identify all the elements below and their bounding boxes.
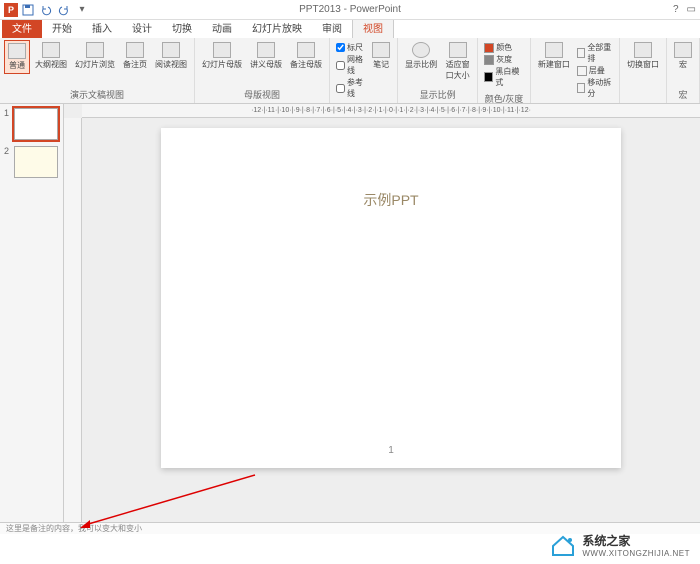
notes-page-button[interactable]: 备注页 [120,40,150,72]
group-label: 母版视图 [199,86,325,101]
redo-button[interactable] [56,2,72,18]
quick-access-toolbar: P ▾ [4,2,90,18]
arrange-all-button[interactable]: 全部重排 [577,42,613,64]
powerpoint-icon: P [4,3,18,17]
tab-home[interactable]: 开始 [42,17,82,38]
thumbnail-number: 2 [4,146,12,178]
group-window: 新建窗口 全部重排 层叠 移动拆分 窗口 [531,38,620,103]
window-title: PPT2013 - PowerPoint [299,4,401,15]
group-label: 演示文稿视图 [4,86,190,101]
handout-master-button[interactable]: 讲义母版 [247,40,285,72]
slide-thumbnail-panel: 1 2 [0,104,64,522]
tab-slideshow[interactable]: 幻灯片放映 [242,17,312,38]
save-button[interactable] [20,2,36,18]
switch-window-button[interactable]: 切换窗口 [624,40,662,72]
notes-text[interactable]: 这里是备注的内容，我可以变大和变小 [6,523,142,534]
thumbnail-item[interactable]: 2 [4,146,59,178]
slide-master-button[interactable]: 幻灯片母版 [199,40,245,72]
group-master-views: 幻灯片母版 讲义母版 备注母版 母版视图 [195,38,330,103]
window-controls: ? ▭ [673,4,696,15]
thumbnail-preview[interactable] [14,108,58,140]
guides-checkbox[interactable]: 参考线 [336,77,365,99]
title-bar: P ▾ PPT2013 - PowerPoint ? ▭ [0,0,700,20]
fit-window-button[interactable]: 适应窗口大小 [442,40,473,83]
slide-canvas-area[interactable]: 示例PPT 1 [82,118,700,522]
group-label: 显示比例 [402,86,473,101]
tab-file[interactable]: 文件 [2,17,42,38]
watermark-url: WWW.XITONGZHIJIA.NET [582,549,690,558]
tab-animations[interactable]: 动画 [202,17,242,38]
undo-button[interactable] [38,2,54,18]
group-show: 标尺 网格线 参考线 笔记 显示 [330,38,398,103]
normal-view-button[interactable]: 普通 [4,40,30,74]
group-presentation-views: 普通 大纲视图 幻灯片浏览 备注页 阅读视图 演示文稿视图 [0,38,195,103]
slide[interactable]: 示例PPT 1 [161,128,621,468]
help-icon[interactable]: ? [673,4,679,15]
tab-insert[interactable]: 插入 [82,17,122,38]
zoom-button[interactable]: 显示比例 [402,40,440,72]
group-label [624,99,662,101]
ribbon-options-icon[interactable]: ▭ [687,4,696,15]
house-icon [550,534,576,556]
ribbon: 普通 大纲视图 幻灯片浏览 备注页 阅读视图 演示文稿视图 幻灯片母版 讲义母版… [0,38,700,104]
workspace: 1 2 ·12·|·11·|·10·|·9·|·8·|·7·|·6·|·5·|·… [0,104,700,522]
group-zoom: 显示比例 适应窗口大小 显示比例 [398,38,478,103]
notes-button[interactable]: 笔记 [369,40,393,72]
horizontal-ruler: ·12·|·11·|·10·|·9·|·8·|·7·|·6·|·5·|·4·|·… [82,104,700,118]
reading-view-button[interactable]: 阅读视图 [152,40,190,72]
notes-master-button[interactable]: 备注母版 [287,40,325,72]
tab-transitions[interactable]: 切换 [162,17,202,38]
watermark-title: 系统之家 [582,532,690,549]
group-label: 颜色/灰度 [482,90,526,105]
watermark: 系统之家 WWW.XITONGZHIJIA.NET [550,532,690,558]
thumbnail-number: 1 [4,108,12,140]
slide-title-text[interactable]: 示例PPT [161,190,621,210]
vertical-ruler [64,118,82,522]
outline-view-button[interactable]: 大纲视图 [32,40,70,72]
group-color: 颜色 灰度 黑白模式 颜色/灰度 [478,38,531,103]
color-button[interactable]: 颜色 [484,42,524,53]
slide-editor: ·12·|·11·|·10·|·9·|·8·|·7·|·6·|·5·|·4·|·… [64,104,700,522]
slide-sorter-button[interactable]: 幻灯片浏览 [72,40,118,72]
gridlines-checkbox[interactable]: 网格线 [336,54,365,76]
move-split-button[interactable]: 移动拆分 [577,77,613,99]
cascade-button[interactable]: 层叠 [577,65,613,76]
thumbnail-item[interactable]: 1 [4,108,59,140]
thumbnail-preview[interactable] [14,146,58,178]
qat-customize-icon[interactable]: ▾ [74,2,90,18]
tab-review[interactable]: 审阅 [312,17,352,38]
ribbon-tabs: 文件 开始 插入 设计 切换 动画 幻灯片放映 审阅 视图 [0,20,700,38]
group-label: 宏 [671,86,695,101]
blackwhite-button[interactable]: 黑白模式 [484,66,524,88]
ruler-checkbox[interactable]: 标尺 [336,42,365,53]
slide-number: 1 [161,445,621,456]
group-switch-window: 切换窗口 [620,38,667,103]
grayscale-button[interactable]: 灰度 [484,54,524,65]
macros-button[interactable]: 宏 [671,40,695,72]
tab-design[interactable]: 设计 [122,17,162,38]
group-macros: 宏 宏 [667,38,700,103]
new-window-button[interactable]: 新建窗口 [535,40,573,72]
